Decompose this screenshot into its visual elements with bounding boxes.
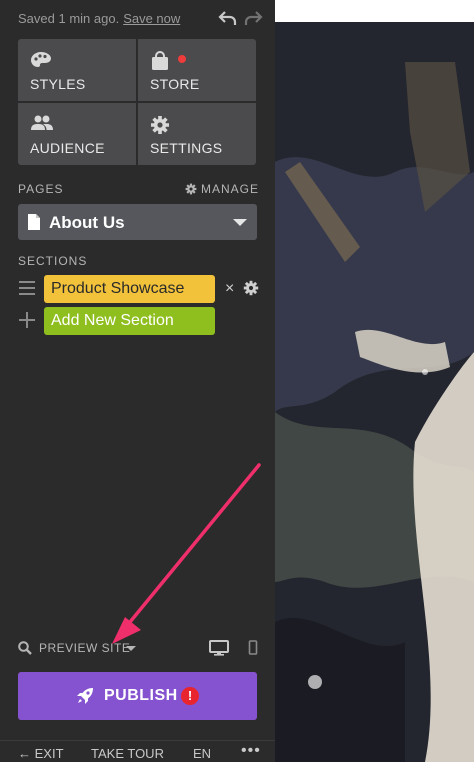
rocket-icon: [76, 687, 94, 710]
footer-bar: ← EXIT TAKE TOUR EN •••: [0, 740, 275, 763]
section-settings-icon[interactable]: [243, 280, 259, 296]
store-tile[interactable]: STORE: [138, 39, 256, 101]
settings-label: SETTINGS: [150, 140, 223, 156]
search-icon: [18, 641, 32, 658]
chevron-down-icon: [126, 646, 136, 651]
settings-tile[interactable]: SETTINGS: [138, 103, 256, 165]
site-preview-canvas[interactable]: [275, 22, 474, 762]
publish-label: PUBLISH: [104, 687, 178, 704]
styles-label: STYLES: [30, 76, 86, 92]
document-icon: [27, 213, 41, 236]
publish-button[interactable]: PUBLISH !: [18, 672, 257, 720]
gear-icon: [185, 183, 197, 195]
save-status-bar: Saved 1 min ago. Save now: [18, 8, 263, 30]
page-selector-dropdown[interactable]: About Us: [18, 204, 257, 240]
editor-sidebar: Saved 1 min ago. Save now STYLES STORE A…: [0, 0, 275, 762]
arrow-left-icon: ←: [18, 746, 35, 761]
plus-icon[interactable]: [19, 312, 35, 328]
exit-label: EXIT: [34, 746, 64, 761]
warning-icon: !: [181, 687, 199, 705]
audience-label: AUDIENCE: [30, 140, 105, 156]
manage-pages-button[interactable]: MANAGE: [185, 182, 259, 196]
store-notification-badge: [178, 55, 186, 63]
add-new-section-button[interactable]: Add New Section: [44, 307, 215, 335]
gear-icon: [150, 115, 174, 135]
manage-label: MANAGE: [201, 182, 260, 196]
section-product-showcase[interactable]: Product Showcase: [44, 275, 215, 303]
canvas-header: [275, 0, 474, 22]
more-options-icon[interactable]: •••: [241, 742, 261, 760]
palette-icon: [30, 51, 54, 71]
language-selector[interactable]: EN: [193, 746, 211, 761]
people-icon: [30, 115, 54, 135]
chevron-down-icon: [233, 219, 247, 226]
background-artwork-image: [275, 22, 474, 762]
styles-tile[interactable]: STYLES: [18, 39, 136, 101]
saved-text: Saved 1 min ago.: [18, 11, 120, 26]
shopping-bag-icon: [150, 51, 174, 71]
redo-icon[interactable]: [243, 8, 263, 28]
sections-heading: SECTIONS: [18, 254, 88, 268]
audience-tile[interactable]: AUDIENCE: [18, 103, 136, 165]
pages-heading: PAGES: [18, 182, 64, 196]
store-label: STORE: [150, 76, 200, 92]
remove-section-icon[interactable]: ×: [225, 280, 234, 298]
editor-tiles: STYLES STORE AUDIENCE SETTINGS: [18, 39, 257, 166]
preview-site-label: PREVIEW SITE: [39, 641, 131, 655]
save-now-link[interactable]: Save now: [123, 11, 180, 26]
desktop-view-icon[interactable]: [209, 640, 229, 661]
save-status: Saved 1 min ago. Save now: [18, 11, 180, 26]
selected-page-name: About Us: [49, 213, 125, 232]
undo-icon[interactable]: [218, 8, 238, 28]
exit-button[interactable]: ← EXIT: [18, 746, 64, 761]
take-tour-button[interactable]: TAKE TOUR: [91, 746, 164, 761]
drag-handle-icon[interactable]: [19, 281, 35, 295]
mobile-view-icon[interactable]: [248, 640, 258, 661]
